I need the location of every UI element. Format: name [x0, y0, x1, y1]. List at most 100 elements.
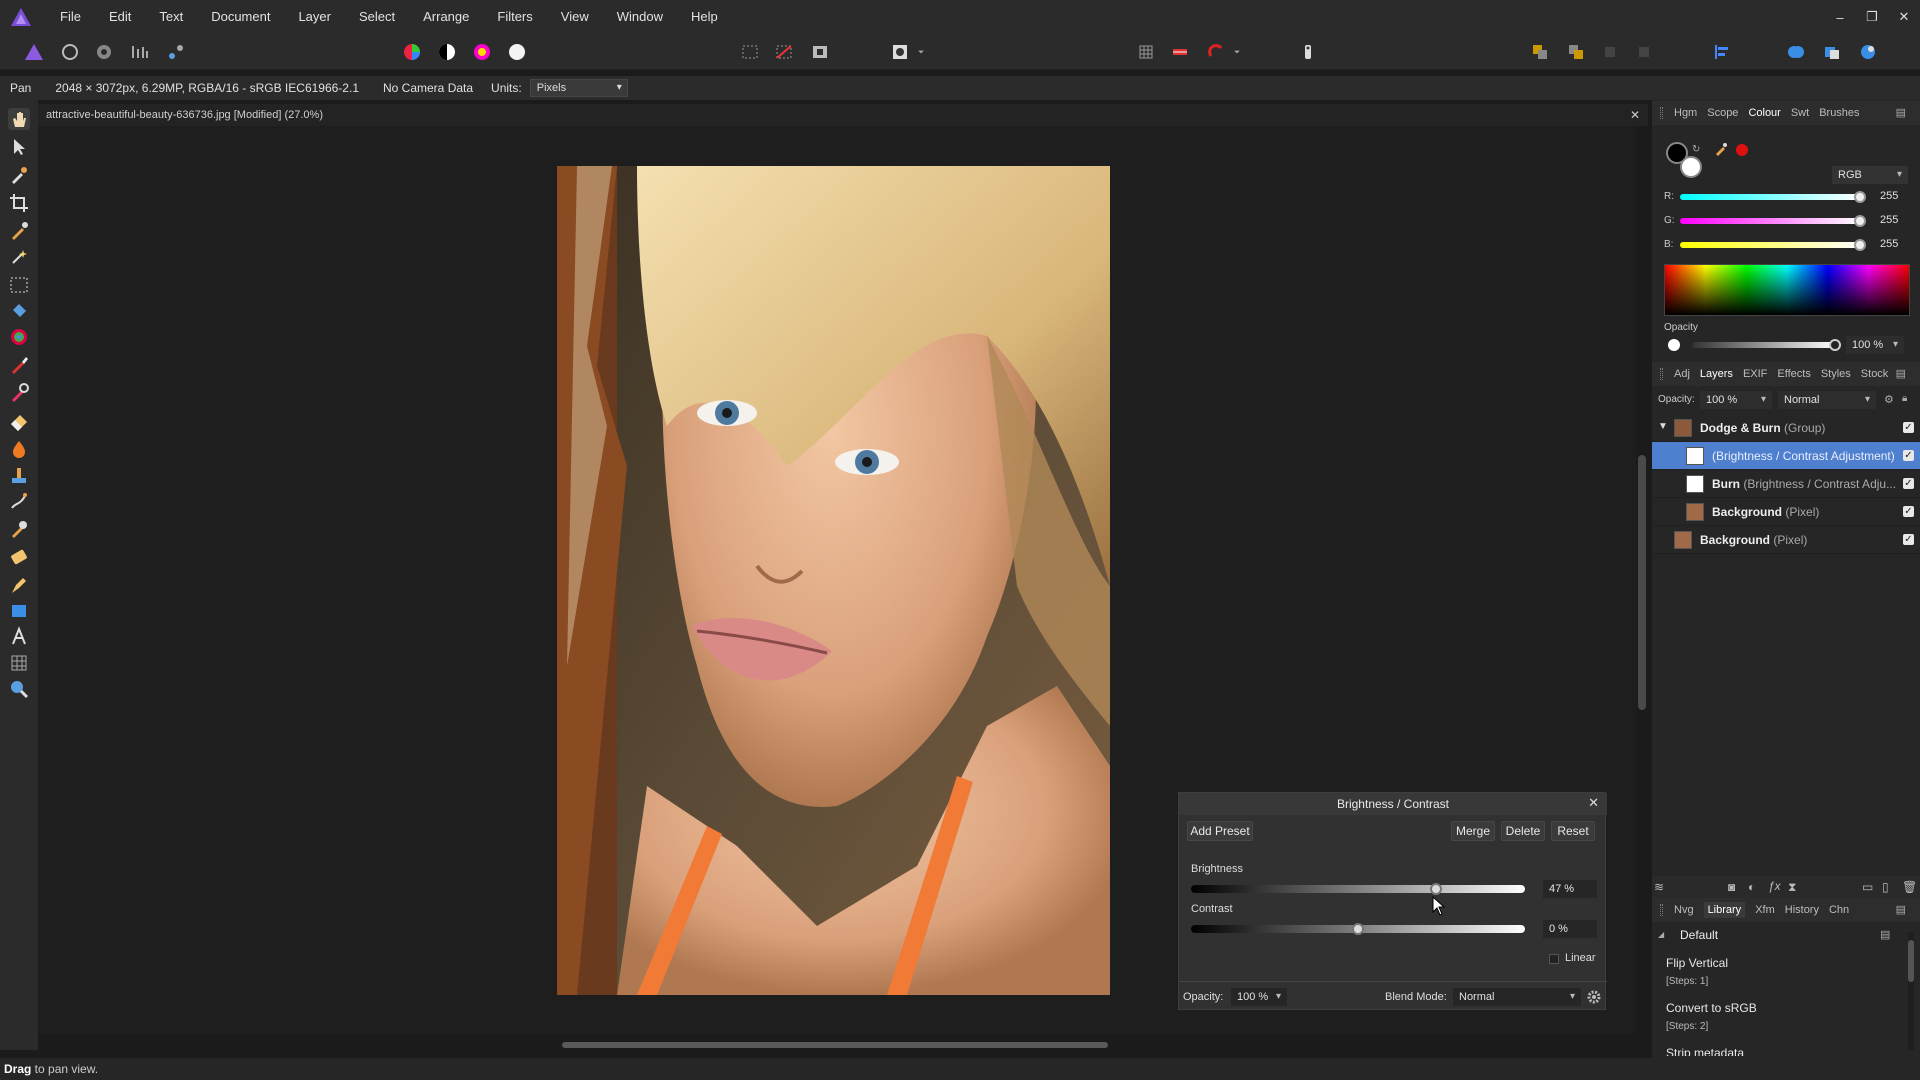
brightness-knob[interactable] [1430, 883, 1443, 895]
brightness-value-field[interactable]: 47 % [1543, 880, 1597, 898]
text-tool-icon[interactable] [8, 626, 30, 648]
close-document-icon[interactable]: ✕ [1630, 104, 1640, 126]
menu-layer[interactable]: Layer [284, 0, 345, 34]
selection-brush-icon[interactable] [8, 220, 30, 242]
colour-spectrum[interactable] [1664, 264, 1910, 316]
tab-exif[interactable]: EXIF [1743, 368, 1767, 380]
tab-swatches[interactable]: Swt [1791, 107, 1809, 119]
view-tool-hand-icon[interactable] [8, 108, 30, 130]
layer-row-dodge-burn-group[interactable]: ▼ Dodge & Burn (Group) ✓ [1652, 414, 1920, 442]
arrange-disabled-2-icon[interactable] [1632, 41, 1656, 63]
add-pixel-layer-icon[interactable]: ▯ [1882, 880, 1889, 894]
library-item-strip-metadata[interactable]: Strip metadata [1666, 1046, 1744, 1056]
layer-opacity-select[interactable]: 100 % [1700, 391, 1772, 409]
layer-visibility-checkbox[interactable]: ✓ [1903, 422, 1914, 433]
panel-grip-icon[interactable] [1660, 368, 1663, 380]
menu-filters[interactable]: Filters [483, 0, 546, 34]
units-select[interactable]: Pixels [529, 79, 628, 97]
tab-channels[interactable]: Chn [1829, 904, 1849, 916]
auto-colours-icon[interactable] [470, 41, 494, 63]
mask-layer-icon[interactable]: ◙ [1728, 880, 1735, 894]
smudge-brush-icon[interactable] [8, 490, 30, 512]
red-knob[interactable] [1854, 191, 1866, 203]
menu-window[interactable]: Window [603, 0, 677, 34]
invert-selection-icon[interactable] [808, 41, 832, 63]
tab-histogram[interactable]: Hgm [1674, 107, 1697, 119]
contrast-knob[interactable] [1352, 923, 1364, 935]
library-menu-icon[interactable]: ▤ [1880, 928, 1890, 941]
current-colour-dot[interactable] [1736, 144, 1748, 156]
library-item-flip-vertical[interactable]: Flip Vertical [Steps: 1] [1666, 956, 1728, 987]
arrange-back-icon[interactable] [1564, 41, 1588, 63]
green-value[interactable]: 255 [1880, 214, 1898, 226]
marquee-tool-icon[interactable] [8, 274, 30, 296]
library-item-convert-srgb[interactable]: Convert to sRGB [Steps: 2] [1666, 1001, 1757, 1032]
grid-snap-icon[interactable] [1134, 41, 1158, 63]
lock-icon[interactable]: 🔒︎ [1902, 393, 1907, 404]
tab-brushes[interactable]: Brushes [1819, 107, 1859, 119]
menu-help[interactable]: Help [677, 0, 732, 34]
portrait-photo[interactable] [557, 166, 1110, 995]
layer-visibility-checkbox[interactable]: ✓ [1903, 450, 1914, 461]
quick-mask-icon[interactable] [888, 41, 912, 63]
dialog-title[interactable]: Brightness / Contrast [1179, 793, 1607, 815]
vertical-scroll-thumb[interactable] [1638, 455, 1646, 710]
liquify-persona-icon[interactable] [58, 41, 82, 63]
blemish-remover-icon[interactable] [8, 546, 30, 568]
add-group-folder-icon[interactable]: ▭ [1862, 880, 1873, 894]
blue-value[interactable]: 255 [1880, 238, 1898, 250]
zoom-tool-icon[interactable] [8, 678, 30, 700]
crop-tool-icon[interactable] [8, 192, 30, 214]
gradient-tool-icon[interactable] [8, 326, 30, 348]
flood-select-icon[interactable] [8, 246, 30, 268]
opacity-value-select[interactable]: 100 % [1846, 336, 1904, 354]
opacity-slider[interactable] [1692, 342, 1836, 348]
auto-white-balance-icon[interactable] [505, 41, 529, 63]
liquify-brush-icon[interactable] [8, 518, 30, 540]
tab-library[interactable]: Library [1703, 902, 1746, 918]
quick-mask-dropdown-icon[interactable] [914, 41, 928, 63]
dialog-opacity-select[interactable]: 100 % [1231, 988, 1287, 1006]
move-tool-icon[interactable] [8, 136, 30, 158]
arrange-forward-icon[interactable] [1528, 41, 1552, 63]
menu-view[interactable]: View [547, 0, 603, 34]
panel-grip-icon[interactable] [1660, 107, 1663, 119]
tab-scope[interactable]: Scope [1707, 107, 1738, 119]
auto-contrast-icon[interactable] [435, 41, 459, 63]
healing-brush-icon[interactable] [8, 382, 30, 404]
layer-row-brightness-contrast-selected[interactable]: (Brightness / Contrast Adjustment) ✓ [1652, 442, 1920, 470]
layer-row-burn[interactable]: Burn (Brightness / Contrast Adju... ✓ [1652, 470, 1920, 498]
paint-brush-icon[interactable] [8, 354, 30, 376]
close-dialog-icon[interactable]: ✕ [1588, 795, 1599, 811]
snapping-dropdown-icon[interactable] [1230, 41, 1244, 63]
add-preset-button[interactable]: Add Preset [1187, 821, 1253, 841]
colour-picker-icon[interactable] [8, 164, 30, 186]
develop-persona-icon[interactable] [92, 41, 116, 63]
layer-row-background-inner[interactable]: Background (Pixel) ✓ [1652, 498, 1920, 526]
restore-button[interactable]: ❐ [1856, 9, 1888, 25]
erase-brush-icon[interactable] [8, 410, 30, 432]
rectangle-tool-icon[interactable] [8, 600, 30, 622]
document-tab[interactable]: attractive-beautiful-beauty-636736.jpg [… [38, 104, 1648, 126]
tab-layers[interactable]: Layers [1700, 368, 1733, 380]
eyedropper-icon[interactable] [1714, 142, 1728, 156]
red-value[interactable]: 255 [1880, 190, 1898, 202]
pen-tool-icon[interactable] [8, 574, 30, 596]
library-scroll-thumb[interactable] [1908, 940, 1914, 982]
library-group-default[interactable]: Default [1680, 928, 1718, 942]
minimize-button[interactable]: – [1824, 10, 1856, 25]
clone-brush-icon[interactable] [8, 464, 30, 486]
menu-file[interactable]: File [46, 0, 95, 34]
menu-edit[interactable]: Edit [95, 0, 145, 34]
tab-stock[interactable]: Stock [1861, 368, 1889, 380]
tab-transform[interactable]: Xfm [1755, 904, 1775, 916]
green-slider[interactable] [1680, 218, 1860, 224]
linear-checkbox[interactable] [1549, 954, 1559, 964]
boolean-subtract-icon[interactable] [1820, 41, 1844, 63]
layers-studio-icon[interactable]: ≋ [1654, 880, 1664, 894]
export-persona-icon[interactable] [164, 41, 188, 63]
green-knob[interactable] [1854, 215, 1866, 227]
delete-layer-trash-icon[interactable]: 🗑︎ [1902, 880, 1917, 894]
auto-levels-icon[interactable] [400, 41, 424, 63]
blend-mode-select[interactable]: Normal [1453, 988, 1581, 1006]
